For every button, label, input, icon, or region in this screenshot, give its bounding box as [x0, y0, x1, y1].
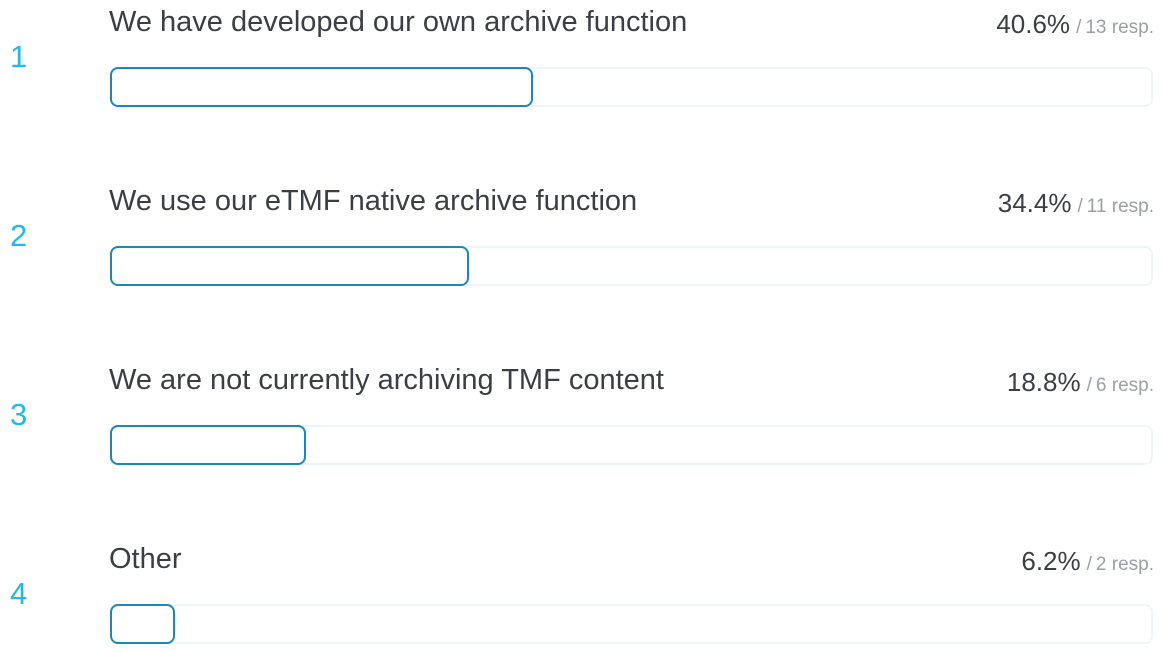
bar-fill [110, 246, 469, 286]
rank-number: 2 [10, 218, 28, 253]
response-count: 11 resp. [1086, 196, 1154, 217]
separator: / [1086, 554, 1092, 575]
bar-fill [110, 425, 306, 465]
stats: 34.4%/11 resp. [998, 185, 1154, 226]
percent-value: 18.8% [1006, 367, 1081, 397]
answer-row: 4 Other 6.2%/2 resp. [0, 541, 1164, 651]
separator: / [1076, 17, 1082, 38]
answer-label: We use our eTMF native archive function [109, 185, 638, 217]
answer-row: 2 We use our eTMF native archive functio… [0, 183, 1164, 293]
bar-track [110, 604, 1153, 644]
stats: 40.6%/13 resp. [996, 6, 1154, 47]
bar-fill [110, 67, 533, 107]
stats: 18.8%/6 resp. [1007, 364, 1154, 405]
separator: / [1086, 375, 1092, 396]
bar-track [110, 246, 1153, 286]
rank-number: 1 [10, 39, 28, 74]
percent-value: 40.6% [996, 9, 1071, 39]
answer-row: 3 We are not currently archiving TMF con… [0, 362, 1164, 472]
response-count: 13 resp. [1085, 17, 1154, 38]
percent-value: 34.4% [997, 188, 1072, 218]
rank-number: 3 [10, 397, 28, 432]
bar-track [110, 67, 1153, 107]
answer-row: 1 We have developed our own archive func… [0, 4, 1164, 114]
answer-label: We are not currently archiving TMF conte… [109, 364, 664, 396]
response-count: 6 resp. [1095, 375, 1154, 396]
percent-value: 6.2% [1021, 546, 1081, 576]
answer-label: We have developed our own archive functi… [109, 6, 688, 38]
bar-fill [110, 604, 175, 644]
stats: 6.2%/2 resp. [1021, 543, 1154, 584]
bar-track [110, 425, 1153, 465]
separator: / [1077, 196, 1083, 217]
response-count: 2 resp. [1095, 554, 1154, 575]
answer-label: Other [109, 543, 182, 575]
rank-number: 4 [10, 576, 28, 611]
